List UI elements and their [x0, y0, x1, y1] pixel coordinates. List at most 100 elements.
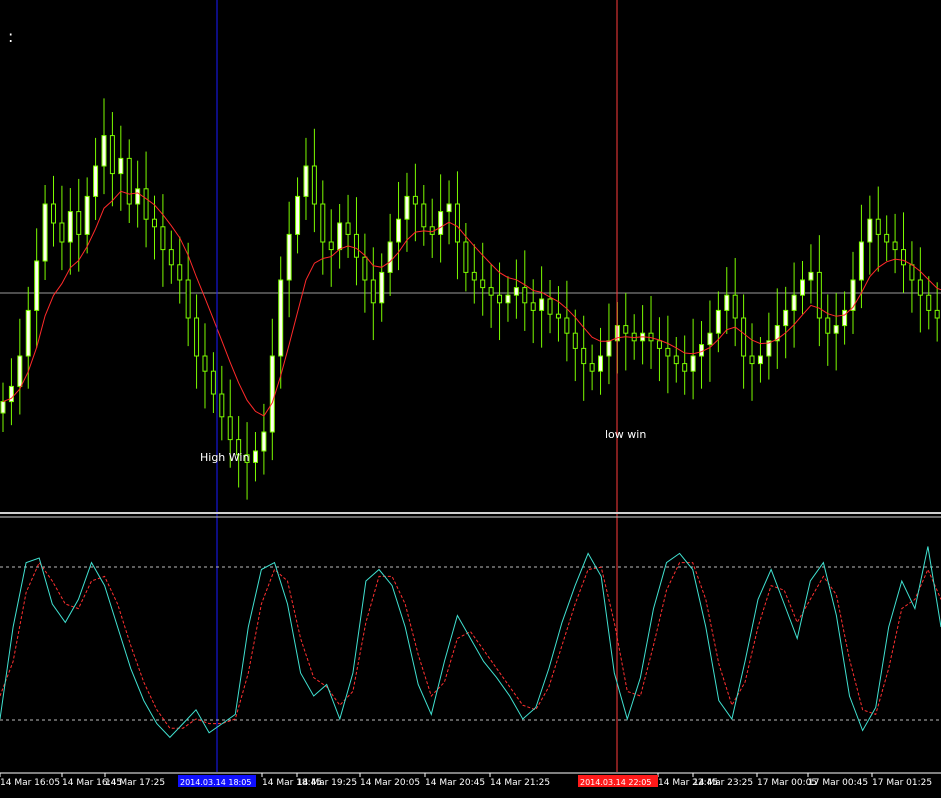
candle-body	[808, 271, 814, 281]
candle-body	[513, 287, 519, 296]
candle-body	[732, 294, 738, 319]
candle-body	[126, 157, 132, 205]
candle-body	[699, 344, 705, 357]
candle-body	[816, 271, 822, 319]
candle-body	[295, 195, 301, 235]
candle-body	[396, 218, 402, 243]
candle-body	[42, 203, 48, 262]
candle-body	[25, 309, 31, 357]
candle-body	[757, 355, 763, 365]
candle-body	[67, 211, 73, 243]
candle-body	[446, 203, 452, 213]
candle-body	[564, 317, 570, 334]
candle-body	[934, 309, 940, 319]
candle-body	[842, 309, 848, 327]
candle-body	[589, 363, 595, 372]
candle-body	[783, 309, 789, 327]
candle-body	[454, 203, 460, 243]
time-axis-label: 14 Mar 20:45	[425, 778, 485, 788]
candle-body	[177, 264, 183, 281]
time-axis-label: 14 Mar 19:25	[297, 778, 357, 788]
candle-body	[269, 355, 275, 433]
candle-body	[210, 370, 216, 395]
candle-body	[328, 241, 334, 251]
candle-body	[673, 355, 679, 365]
high-win-label: High Win	[200, 451, 249, 464]
candle-body	[707, 332, 713, 346]
candle-body	[833, 325, 839, 334]
candle-body	[337, 222, 343, 251]
candle-body	[581, 347, 587, 365]
candle-body	[606, 340, 612, 357]
candle-body	[715, 309, 721, 334]
candle-body	[135, 188, 141, 205]
candle-body	[379, 271, 385, 304]
candle-body	[884, 233, 890, 243]
candle-body	[219, 393, 225, 418]
candle-body	[109, 135, 115, 175]
candle-body	[555, 313, 561, 319]
candle-body	[875, 218, 881, 235]
candle-body	[76, 211, 82, 235]
candle-body	[724, 294, 730, 311]
candle-body	[0, 401, 6, 414]
time-axis-label: 14 Mar 21:25	[490, 778, 550, 788]
candle-body	[623, 325, 629, 334]
candle-body	[547, 298, 553, 315]
candle-body	[101, 135, 107, 167]
candle-body	[151, 218, 157, 228]
candle-body	[858, 241, 864, 281]
candle-body	[471, 271, 477, 281]
candle-body	[261, 431, 267, 452]
candle-body	[59, 222, 65, 243]
candle-body	[917, 279, 923, 296]
candle-body	[522, 287, 528, 304]
candle-body	[926, 294, 932, 311]
candle-body	[741, 317, 747, 357]
corner-glyph: :	[8, 27, 13, 46]
candle-body	[252, 450, 258, 463]
candle-body	[892, 241, 898, 251]
candle-body	[345, 222, 351, 235]
time-axis-label: 17 Mar 00:45	[808, 778, 868, 788]
candle-body	[84, 195, 90, 235]
candle-body	[421, 203, 427, 228]
candle-body	[278, 279, 284, 357]
candle-body	[286, 233, 292, 281]
low-win-label: low win	[605, 428, 646, 441]
candle-body	[168, 249, 174, 266]
chart-background	[0, 0, 941, 798]
candle-body	[463, 241, 469, 273]
candle-body	[438, 211, 444, 235]
candle-body	[791, 294, 797, 311]
time-axis-label: 17 Mar 01:25	[872, 778, 932, 788]
candle-body	[387, 241, 393, 273]
candle-body	[800, 279, 806, 296]
candle-body	[370, 279, 376, 304]
candle-body	[690, 355, 696, 372]
candle-body	[656, 340, 662, 349]
candle-body	[825, 317, 831, 334]
candle-body	[34, 260, 40, 311]
candle-body	[202, 355, 208, 372]
candle-body	[118, 157, 124, 175]
time-axis-label: 14 Mar 23:25	[693, 778, 753, 788]
candle-body	[497, 294, 503, 304]
blue-time-marker-text: 2014.03.14 18:05	[180, 778, 251, 787]
candle-body	[505, 294, 511, 304]
candle-body	[901, 249, 907, 266]
candle-body	[665, 347, 671, 357]
time-axis-label: 14 Mar 16:05	[0, 778, 60, 788]
candle-body	[598, 355, 604, 372]
candle-body	[311, 165, 317, 205]
candle-body	[353, 233, 359, 258]
candle-body	[682, 363, 688, 372]
candle-body	[539, 298, 545, 311]
candle-body	[93, 165, 99, 197]
candle-body	[412, 195, 418, 205]
candle-body	[320, 203, 326, 243]
candle-body	[194, 317, 200, 357]
candle-body	[17, 355, 23, 387]
candle-body	[909, 264, 915, 281]
candle-body	[160, 226, 166, 251]
